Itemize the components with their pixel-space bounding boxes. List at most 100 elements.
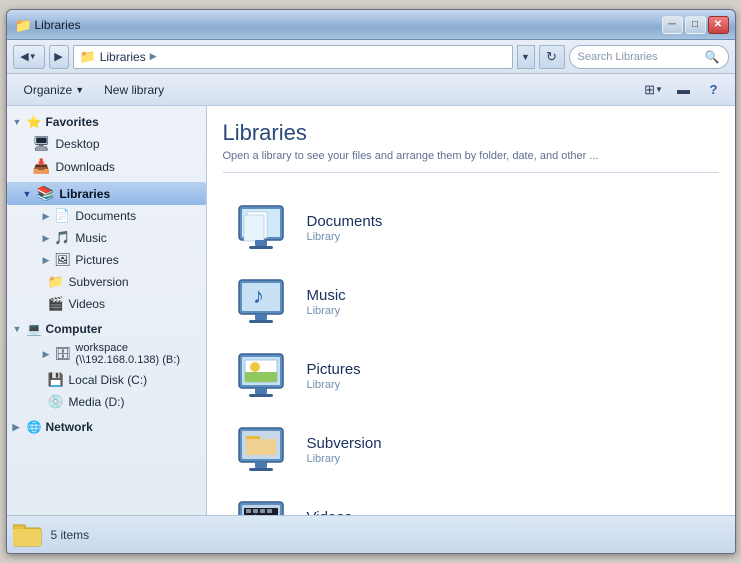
- documents-svg-icon: [233, 204, 289, 252]
- documents-library-info: Documents Library: [307, 213, 383, 243]
- subversion-library-name: Subversion: [307, 435, 382, 452]
- music-library-type: Library: [307, 305, 346, 317]
- music-library-icon: ♪: [231, 277, 291, 327]
- library-item-videos[interactable]: Videos Library: [223, 489, 719, 515]
- nav-item-media[interactable]: 💿 Media (D:): [7, 391, 206, 413]
- preview-pane-button[interactable]: ▬: [671, 77, 697, 103]
- videos-nav-icon: 🎬: [48, 296, 64, 312]
- network-header[interactable]: ▶ 🌐 Network: [7, 417, 206, 437]
- organize-label: Organize: [24, 83, 73, 97]
- search-box[interactable]: Search Libraries 🔍: [569, 45, 729, 69]
- pictures-library-info: Pictures Library: [307, 361, 361, 391]
- nav-item-downloads[interactable]: 📥 Downloads: [7, 155, 206, 178]
- nav-item-subversion[interactable]: 📁 Subversion: [7, 271, 206, 293]
- subversion-library-icon: [231, 425, 291, 475]
- address-dropdown-button[interactable]: ▼: [517, 45, 535, 69]
- status-bar: 5 items: [7, 515, 735, 553]
- new-library-button[interactable]: New library: [95, 77, 173, 103]
- music-nav-label: Music: [75, 231, 106, 245]
- music-nav-icon: 🎵: [54, 230, 70, 246]
- favorites-section: ▼ ⭐ Favorites 🖥 Desktop 📥 Downloads: [7, 112, 206, 178]
- path-arrow: ▶: [150, 51, 157, 62]
- workspace-icon: 🗄: [54, 346, 70, 362]
- view-dropdown-button[interactable]: ⊞ ▼: [641, 77, 667, 103]
- window-title: Libraries: [35, 18, 81, 32]
- workspace-label: workspace (\\192.168.0.138) (B:): [75, 342, 199, 366]
- music-library-info: Music Library: [307, 287, 346, 317]
- address-path-box[interactable]: 📁 Libraries ▶: [73, 45, 513, 69]
- refresh-icon: ↻: [546, 49, 557, 65]
- help-icon: ?: [710, 82, 718, 97]
- favorites-label: Favorites: [45, 115, 98, 129]
- nav-item-desktop[interactable]: 🖥 Desktop: [7, 132, 206, 155]
- search-icon: 🔍: [705, 50, 720, 64]
- forward-icon: ▶: [54, 50, 62, 63]
- content-pane: Libraries Open a library to see your fil…: [207, 106, 735, 515]
- subversion-library-info: Subversion Library: [307, 435, 382, 465]
- back-dropdown-icon: ▼: [29, 52, 37, 61]
- window-controls: ─ □ ✕: [662, 16, 729, 34]
- computer-section: ▼ 💻 Computer ▶ 🗄 workspace (\\192.168.0.…: [7, 319, 206, 413]
- favorites-header[interactable]: ▼ ⭐ Favorites: [7, 112, 206, 132]
- library-item-documents[interactable]: Documents Library: [223, 193, 719, 263]
- forward-button[interactable]: ▶: [49, 45, 69, 69]
- downloads-label: Downloads: [56, 160, 115, 174]
- library-item-subversion[interactable]: Subversion Library: [223, 415, 719, 485]
- computer-header[interactable]: ▼ 💻 Computer: [7, 319, 206, 339]
- network-label: Network: [45, 420, 92, 434]
- downloads-icon: 📥: [33, 158, 51, 175]
- maximize-button[interactable]: □: [685, 16, 706, 34]
- back-button[interactable]: ◀ ▼: [13, 45, 45, 69]
- address-bar: ◀ ▼ ▶ 📁 Libraries ▶ ▼ ↻ Search Libraries…: [7, 40, 735, 74]
- title-bar-left: 📁 Libraries: [15, 17, 81, 33]
- music-library-name: Music: [307, 287, 346, 304]
- toolbar-right: ⊞ ▼ ▬ ?: [641, 77, 727, 103]
- status-folder-svg: [13, 522, 43, 548]
- nav-item-music[interactable]: ▶ 🎵 Music: [7, 227, 206, 249]
- pictures-nav-label: Pictures: [75, 253, 118, 267]
- subversion-nav-label: Subversion: [69, 275, 129, 289]
- subversion-svg-icon: [233, 426, 289, 474]
- music-expand-icon: ▶: [43, 233, 50, 244]
- nav-item-pictures[interactable]: ▶ 🖼 Pictures: [7, 249, 206, 271]
- close-button[interactable]: ✕: [708, 16, 729, 34]
- local-disk-label: Local Disk (C:): [69, 373, 148, 387]
- pictures-nav-icon: 🖼: [54, 252, 70, 268]
- organize-button[interactable]: Organize ▼: [15, 77, 94, 103]
- back-icon: ◀: [20, 50, 28, 63]
- view-dropdown-arrow: ▼: [655, 85, 663, 94]
- nav-item-local-disk[interactable]: 💾 Local Disk (C:): [7, 369, 206, 391]
- documents-library-icon: [231, 203, 291, 253]
- network-section: ▶ 🌐 Network: [7, 417, 206, 437]
- local-disk-icon: 💾: [48, 372, 64, 388]
- pictures-library-name: Pictures: [307, 361, 361, 378]
- videos-nav-label: Videos: [69, 297, 105, 311]
- nav-item-videos[interactable]: 🎬 Videos: [7, 293, 206, 315]
- documents-library-type: Library: [307, 231, 383, 243]
- libraries-section: ▼ 📚 Libraries ▶ 📄 Documents ▶ 🎵 Music ▶ …: [7, 182, 206, 315]
- minimize-button[interactable]: ─: [662, 16, 683, 34]
- path-folder-icon: 📁: [80, 49, 96, 65]
- libraries-label: Libraries: [59, 187, 110, 201]
- organize-dropdown-icon: ▼: [75, 85, 84, 95]
- videos-svg-icon: [233, 500, 289, 515]
- videos-library-icon: [231, 499, 291, 515]
- computer-icon: 💻: [27, 322, 42, 336]
- documents-expand-icon: ▶: [43, 211, 50, 222]
- libraries-header[interactable]: ▼ 📚 Libraries: [7, 182, 206, 205]
- pictures-svg-icon: [233, 352, 289, 400]
- library-item-music[interactable]: ♪ Music Library: [223, 267, 719, 337]
- nav-item-workspace[interactable]: ▶ 🗄 workspace (\\192.168.0.138) (B:): [7, 339, 206, 369]
- nav-item-documents[interactable]: ▶ 📄 Documents: [7, 205, 206, 227]
- help-button[interactable]: ?: [701, 77, 727, 103]
- new-library-label: New library: [104, 83, 164, 97]
- status-text: 5 items: [51, 528, 90, 542]
- computer-label: Computer: [45, 322, 102, 336]
- refresh-button[interactable]: ↻: [539, 45, 565, 69]
- favorites-star-icon: ⭐: [27, 115, 42, 129]
- media-icon: 💿: [48, 394, 64, 410]
- media-label: Media (D:): [69, 395, 125, 409]
- content-title: Libraries: [223, 120, 719, 146]
- library-item-pictures[interactable]: Pictures Library: [223, 341, 719, 411]
- network-expand-icon: ▶: [13, 422, 23, 433]
